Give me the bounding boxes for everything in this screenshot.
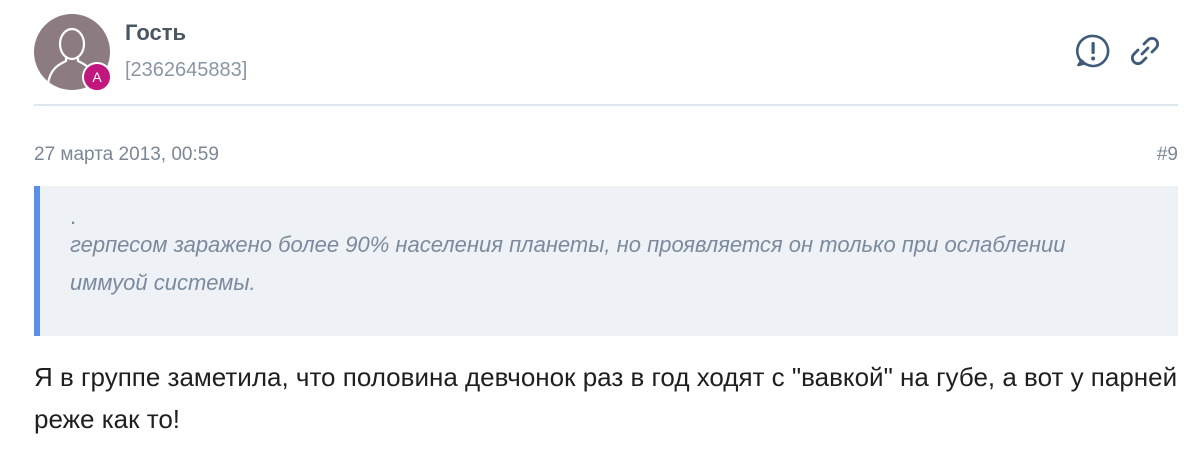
permalink-button[interactable] bbox=[1126, 32, 1164, 70]
user-group-badge: A bbox=[82, 62, 112, 92]
post-date[interactable]: 27 марта 2013, 00:59 bbox=[34, 140, 219, 170]
post-meta: 27 марта 2013, 00:59 #9 bbox=[34, 140, 1178, 170]
quote-marker: . bbox=[70, 204, 77, 229]
exclamation-circle-icon bbox=[1075, 34, 1110, 68]
link-icon bbox=[1130, 36, 1160, 66]
quote-text: герпесом заражено более 90% населения пл… bbox=[70, 232, 1066, 295]
forum-post: A Гость [2362645883] 27 марта 2013, 00:5… bbox=[34, 0, 1178, 466]
quote-block: . герпесом заражено более 90% населения … bbox=[34, 186, 1178, 336]
author-name[interactable]: Гость bbox=[125, 20, 186, 46]
post-number[interactable]: #9 bbox=[1157, 140, 1178, 170]
author-id: [2362645883] bbox=[125, 59, 248, 81]
post-header: A Гость [2362645883] bbox=[34, 0, 1178, 106]
post-message: Я в группе заметила, что половина девчон… bbox=[34, 362, 1178, 434]
report-button[interactable] bbox=[1074, 32, 1112, 70]
